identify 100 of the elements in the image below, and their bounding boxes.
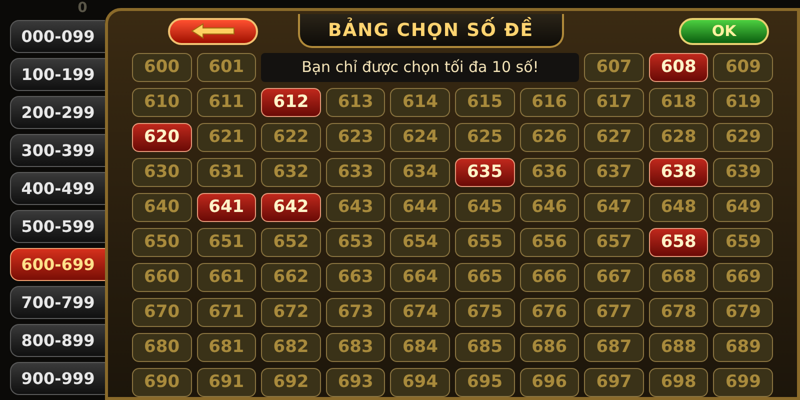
number-tile[interactable]: 664 bbox=[390, 263, 450, 292]
number-tile[interactable]: 600 bbox=[132, 53, 192, 82]
number-tile[interactable]: 621 bbox=[196, 123, 256, 152]
number-tile[interactable]: 697 bbox=[584, 368, 644, 397]
number-tile[interactable]: 654 bbox=[390, 228, 450, 257]
number-tile[interactable]: 681 bbox=[196, 333, 256, 362]
number-tile[interactable]: 645 bbox=[454, 193, 515, 222]
number-tile[interactable]: 646 bbox=[520, 193, 580, 222]
number-tile[interactable]: 678 bbox=[648, 298, 708, 327]
number-tile[interactable]: 608 bbox=[648, 53, 708, 82]
number-tile[interactable]: 691 bbox=[196, 368, 256, 397]
range-tab[interactable]: 200-299 bbox=[10, 96, 105, 129]
number-tile[interactable]: 616 bbox=[520, 88, 580, 117]
number-tile[interactable]: 686 bbox=[520, 333, 580, 362]
number-tile[interactable]: 624 bbox=[390, 123, 450, 152]
number-tile[interactable]: 670 bbox=[132, 298, 192, 327]
number-tile[interactable]: 647 bbox=[584, 193, 644, 222]
number-tile[interactable]: 650 bbox=[132, 228, 192, 257]
number-tile[interactable]: 625 bbox=[454, 123, 515, 152]
range-tab[interactable]: 900-999 bbox=[10, 362, 105, 395]
number-tile[interactable]: 610 bbox=[132, 88, 192, 117]
number-tile[interactable]: 611 bbox=[196, 88, 256, 117]
number-tile[interactable]: 627 bbox=[584, 123, 644, 152]
number-tile[interactable]: 699 bbox=[713, 368, 773, 397]
number-tile[interactable]: 673 bbox=[326, 298, 386, 327]
number-tile[interactable]: 632 bbox=[261, 158, 321, 187]
number-tile[interactable]: 679 bbox=[713, 298, 773, 327]
range-tab[interactable]: 400-499 bbox=[10, 172, 105, 205]
number-tile[interactable]: 643 bbox=[326, 193, 386, 222]
number-tile[interactable]: 674 bbox=[390, 298, 450, 327]
number-tile[interactable]: 619 bbox=[713, 88, 773, 117]
range-tab[interactable]: 300-399 bbox=[10, 134, 105, 167]
number-tile[interactable]: 687 bbox=[584, 333, 644, 362]
number-tile[interactable]: 653 bbox=[326, 228, 386, 257]
number-tile[interactable]: 667 bbox=[584, 263, 644, 292]
number-tile[interactable]: 677 bbox=[584, 298, 644, 327]
number-tile[interactable]: 617 bbox=[584, 88, 644, 117]
number-tile[interactable]: 688 bbox=[648, 333, 708, 362]
number-tile[interactable]: 696 bbox=[520, 368, 580, 397]
number-tile[interactable]: 633 bbox=[326, 158, 386, 187]
number-tile[interactable]: 615 bbox=[454, 88, 515, 117]
number-tile[interactable]: 657 bbox=[584, 228, 644, 257]
number-tile[interactable]: 698 bbox=[648, 368, 708, 397]
number-tile[interactable]: 612 bbox=[261, 88, 321, 117]
number-tile[interactable]: 689 bbox=[713, 333, 773, 362]
number-tile[interactable]: 684 bbox=[390, 333, 450, 362]
range-tab[interactable]: 000-099 bbox=[10, 20, 105, 53]
number-tile[interactable]: 614 bbox=[390, 88, 450, 117]
number-tile[interactable]: 666 bbox=[520, 263, 580, 292]
number-tile[interactable]: 665 bbox=[454, 263, 515, 292]
number-tile[interactable]: 659 bbox=[713, 228, 773, 257]
number-tile[interactable]: 618 bbox=[648, 88, 708, 117]
number-tile[interactable]: 601 bbox=[196, 53, 256, 82]
range-tab[interactable]: 500-599 bbox=[10, 210, 105, 243]
number-tile[interactable]: 672 bbox=[261, 298, 321, 327]
number-tile[interactable]: 685 bbox=[454, 333, 515, 362]
number-tile[interactable]: 680 bbox=[132, 333, 192, 362]
number-tile[interactable]: 639 bbox=[713, 158, 773, 187]
number-tile[interactable]: 695 bbox=[454, 368, 515, 397]
number-tile[interactable]: 660 bbox=[132, 263, 192, 292]
number-tile[interactable]: 635 bbox=[454, 158, 515, 187]
number-tile[interactable]: 628 bbox=[648, 123, 708, 152]
number-tile[interactable]: 669 bbox=[713, 263, 773, 292]
number-tile[interactable]: 642 bbox=[261, 193, 321, 222]
number-tile[interactable]: 693 bbox=[326, 368, 386, 397]
number-tile[interactable]: 609 bbox=[713, 53, 773, 82]
number-tile[interactable]: 683 bbox=[326, 333, 386, 362]
number-tile[interactable]: 641 bbox=[196, 193, 256, 222]
number-tile[interactable]: 636 bbox=[520, 158, 580, 187]
number-tile[interactable]: 675 bbox=[454, 298, 515, 327]
number-tile[interactable]: 655 bbox=[454, 228, 515, 257]
number-tile[interactable]: 637 bbox=[584, 158, 644, 187]
number-tile[interactable]: 658 bbox=[648, 228, 708, 257]
number-tile[interactable]: 607 bbox=[584, 53, 644, 82]
range-tab[interactable]: 100-199 bbox=[10, 58, 105, 91]
number-tile[interactable]: 682 bbox=[261, 333, 321, 362]
number-tile[interactable]: 629 bbox=[713, 123, 773, 152]
back-button[interactable] bbox=[168, 18, 258, 44]
number-tile[interactable]: 656 bbox=[520, 228, 580, 257]
range-tab[interactable]: 800-899 bbox=[10, 324, 105, 357]
number-tile[interactable]: 652 bbox=[261, 228, 321, 257]
number-tile[interactable]: 671 bbox=[196, 298, 256, 327]
number-tile[interactable]: 692 bbox=[261, 368, 321, 397]
number-tile[interactable]: 676 bbox=[520, 298, 580, 327]
number-tile[interactable]: 648 bbox=[648, 193, 708, 222]
number-tile[interactable]: 613 bbox=[326, 88, 386, 117]
number-tile[interactable]: 623 bbox=[326, 123, 386, 152]
number-tile[interactable]: 649 bbox=[713, 193, 773, 222]
number-tile[interactable]: 640 bbox=[132, 193, 192, 222]
number-tile[interactable]: 626 bbox=[520, 123, 580, 152]
number-tile[interactable]: 663 bbox=[326, 263, 386, 292]
number-tile[interactable]: 668 bbox=[648, 263, 708, 292]
number-tile[interactable]: 644 bbox=[390, 193, 450, 222]
number-tile[interactable]: 661 bbox=[196, 263, 256, 292]
number-tile[interactable]: 651 bbox=[196, 228, 256, 257]
number-tile[interactable]: 634 bbox=[390, 158, 450, 187]
number-tile[interactable]: 638 bbox=[648, 158, 708, 187]
ok-button[interactable]: OK bbox=[679, 18, 769, 44]
number-tile[interactable]: 631 bbox=[196, 158, 256, 187]
number-tile[interactable]: 690 bbox=[132, 368, 192, 397]
